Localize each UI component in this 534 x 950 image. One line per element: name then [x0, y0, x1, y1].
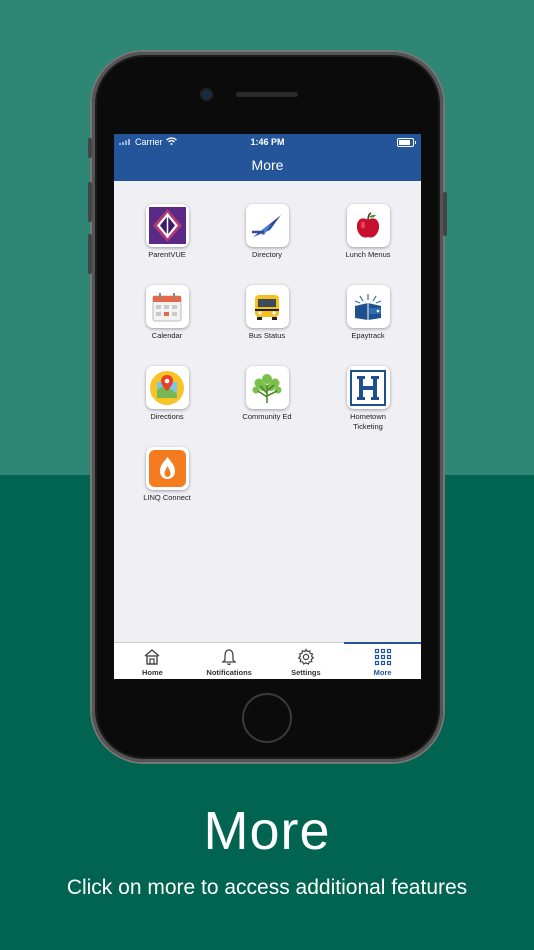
status-time: 1:46 PM: [250, 137, 285, 147]
volume-up-button: [88, 182, 92, 222]
status-bar: Carrier 1:46 PM: [114, 134, 421, 150]
map-pin-icon: [145, 366, 189, 409]
directory-icon: [245, 204, 289, 247]
app-label: Community Ed: [242, 412, 292, 421]
calendar-icon: [145, 285, 189, 328]
app-tile-directory[interactable]: Directory: [217, 204, 317, 260]
earpiece-speaker: [236, 92, 298, 97]
app-screen: Carrier 1:46 PM More ParentVUE Directory: [114, 134, 421, 679]
gear-icon: [268, 647, 345, 667]
caption-title: More: [203, 801, 331, 861]
tab-notifications[interactable]: Notifications: [191, 643, 268, 679]
front-camera: [202, 90, 211, 99]
volume-down-button: [88, 234, 92, 274]
app-tile-parentvue[interactable]: ParentVUE: [117, 204, 217, 260]
grid-icon: [344, 647, 421, 667]
home-icon: [114, 647, 191, 667]
app-tile-calendar[interactable]: Calendar: [117, 285, 217, 341]
app-tile-lunch-menus[interactable]: Lunch Menus: [318, 204, 418, 260]
epaytrack-icon: [346, 285, 390, 328]
parentvue-icon: [145, 204, 189, 247]
caption-subtitle: Click on more to access additional featu…: [66, 876, 468, 899]
linq-connect-icon: [145, 447, 189, 490]
bell-icon: [191, 647, 268, 667]
apple-icon: [346, 204, 390, 247]
app-tile-epaytrack[interactable]: Epaytrack: [318, 285, 418, 341]
app-tile-bus-status[interactable]: Bus Status: [217, 285, 317, 341]
app-label: Directory: [251, 250, 282, 259]
hometown-h-icon: [346, 366, 390, 409]
app-label: LINQ Connect: [143, 493, 191, 502]
tab-label: More: [373, 668, 392, 677]
tab-bar: Home Notifications Settings More: [114, 642, 421, 679]
tab-label: Home: [141, 668, 163, 677]
app-label: ParentVUE: [148, 250, 186, 259]
app-tile-directions[interactable]: Directions: [117, 366, 217, 422]
school-bus-icon: [245, 285, 289, 328]
app-label: Calendar: [151, 331, 183, 340]
app-tile-community-ed[interactable]: Community Ed: [217, 366, 317, 422]
nav-title: More: [114, 150, 421, 181]
mute-switch: [88, 138, 92, 158]
app-label: Hometown Ticketing: [350, 412, 386, 431]
tree-icon: [245, 366, 289, 409]
app-label: Directions: [150, 412, 184, 421]
app-label: Bus Status: [248, 331, 286, 340]
app-tile-hometown-ticketing[interactable]: Hometown Ticketing: [318, 366, 418, 432]
tab-more[interactable]: More: [344, 642, 421, 679]
tab-label: Settings: [291, 668, 321, 677]
tab-home[interactable]: Home: [114, 643, 191, 679]
app-label: Epaytrack: [351, 331, 385, 340]
tab-settings[interactable]: Settings: [268, 643, 345, 679]
power-button: [443, 192, 447, 236]
app-label: Lunch Menus: [345, 250, 391, 259]
app-tile-linq-connect[interactable]: LINQ Connect: [117, 447, 217, 503]
home-hardware-button[interactable]: [242, 693, 292, 743]
tab-label: Notifications: [206, 668, 252, 677]
battery-icon: [397, 138, 416, 147]
